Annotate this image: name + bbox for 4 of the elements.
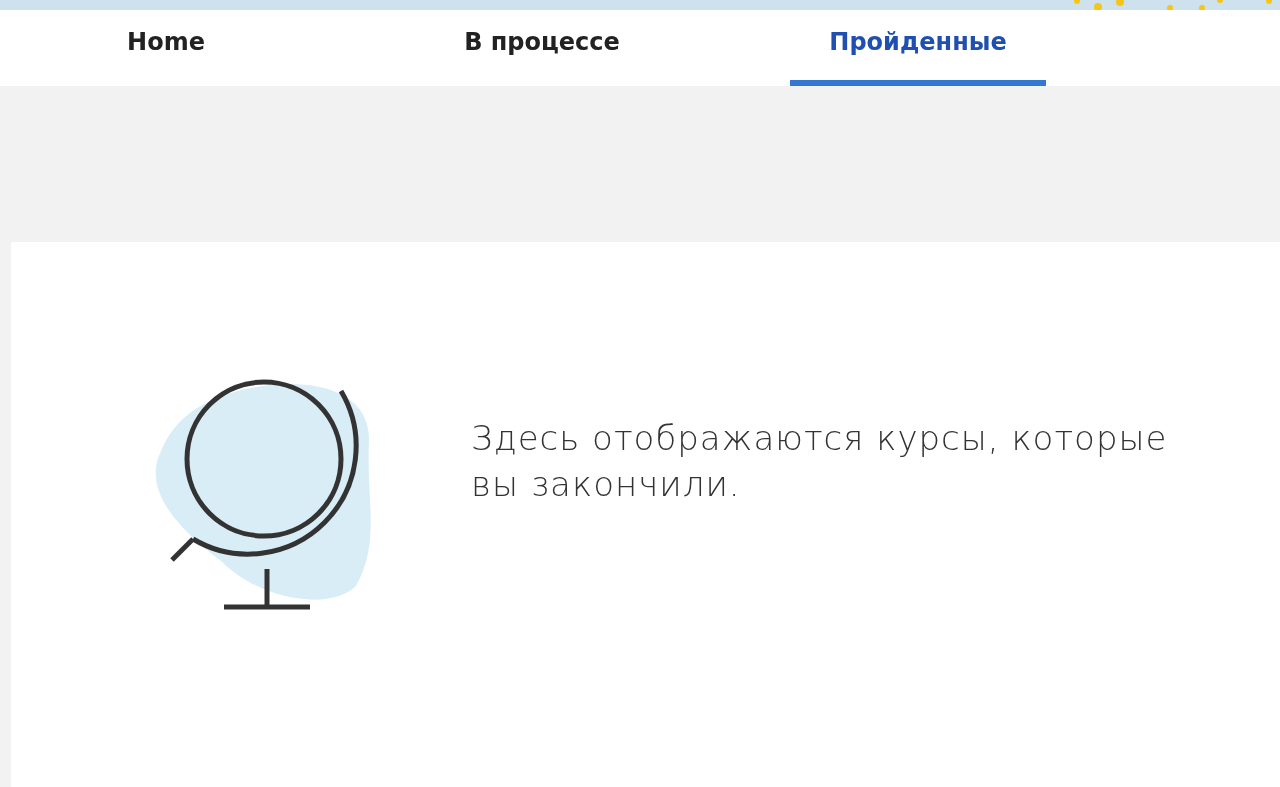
tab[interactable]: Пройденные	[790, 10, 1046, 86]
tab[interactable]: Home	[38, 10, 294, 86]
tab[interactable]: В процессе	[414, 10, 670, 86]
empty-message: Здесь отображаются курсы, которые вы закончили.	[471, 417, 1169, 506]
